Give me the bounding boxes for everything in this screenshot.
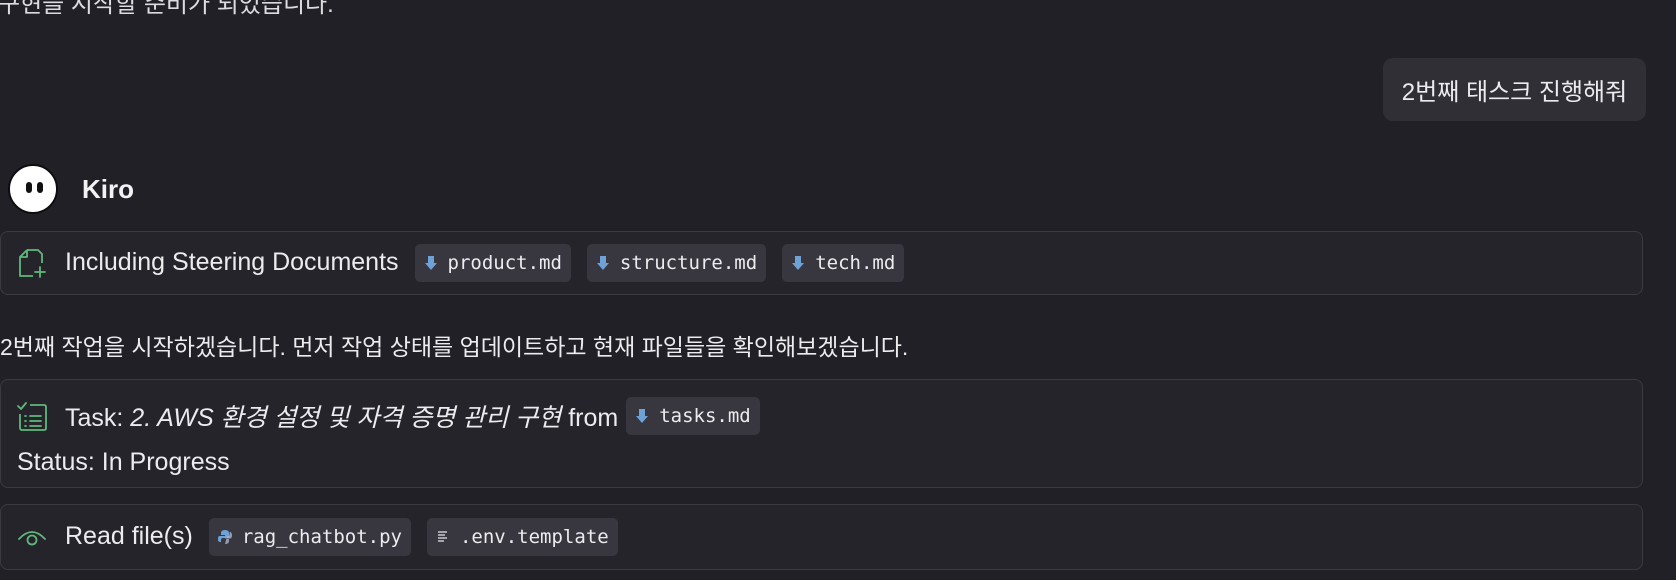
task-list-icon bbox=[17, 402, 47, 431]
assistant-message: 2번째 작업을 시작하겠습니다. 먼저 작업 상태를 업데이트하고 현재 파일들… bbox=[0, 334, 909, 360]
agent-header: Kiro bbox=[8, 164, 134, 214]
user-message-text: 2번째 태스크 진행해줘 bbox=[1401, 79, 1628, 106]
previous-message-partial: 구현을 시작할 준비가 되었습니다. bbox=[0, 0, 334, 18]
file-chip-tech[interactable]: tech.md bbox=[782, 243, 905, 282]
task-prefix: Task: bbox=[65, 404, 131, 432]
markdown-down-arrow-icon bbox=[596, 255, 610, 271]
task-from-label: from bbox=[561, 404, 619, 432]
read-files-card[interactable]: Read file(s) rag_chatbot.py .env.templat… bbox=[0, 504, 1643, 570]
file-chip-structure[interactable]: structure.md bbox=[586, 243, 767, 282]
file-chip-label: rag_chatbot.py bbox=[241, 525, 402, 548]
markdown-down-arrow-icon bbox=[635, 408, 649, 424]
agent-name: Kiro bbox=[82, 173, 134, 204]
file-chip-product[interactable]: product.md bbox=[414, 243, 571, 282]
steering-documents-card[interactable]: Including Steering Documents product.md … bbox=[0, 231, 1643, 295]
file-add-icon bbox=[19, 248, 46, 278]
file-chip-env-template[interactable]: .env.template bbox=[426, 517, 618, 556]
eye-icon bbox=[18, 530, 46, 545]
user-message-bubble: 2번째 태스크 진행해줘 bbox=[1383, 58, 1646, 121]
read-files-title: Read file(s) bbox=[65, 522, 193, 550]
file-chip-tasks[interactable]: tasks.md bbox=[626, 397, 760, 435]
file-chip-rag-chatbot[interactable]: rag_chatbot.py bbox=[208, 517, 411, 556]
text-lines-icon bbox=[436, 530, 450, 544]
task-card[interactable]: Task: 2. AWS 환경 설정 및 자격 증명 관리 구현 from ta… bbox=[0, 379, 1643, 488]
markdown-down-arrow-icon bbox=[791, 255, 805, 271]
steering-title: Including Steering Documents bbox=[65, 248, 399, 276]
kiro-avatar-icon bbox=[8, 164, 58, 214]
file-chip-label: tasks.md bbox=[659, 405, 751, 427]
file-chip-label: tech.md bbox=[815, 251, 896, 274]
task-title: Task: 2. AWS 환경 설정 및 자격 증명 관리 구현 from bbox=[65, 398, 618, 434]
task-name: 2. AWS 환경 설정 및 자격 증명 관리 구현 bbox=[130, 404, 562, 432]
task-status: Status: In Progress bbox=[17, 448, 230, 476]
file-chip-label: .env.template bbox=[459, 525, 609, 548]
python-icon bbox=[217, 529, 232, 544]
file-chip-label: structure.md bbox=[619, 251, 758, 274]
markdown-down-arrow-icon bbox=[424, 255, 438, 271]
file-chip-label: product.md bbox=[447, 251, 562, 274]
